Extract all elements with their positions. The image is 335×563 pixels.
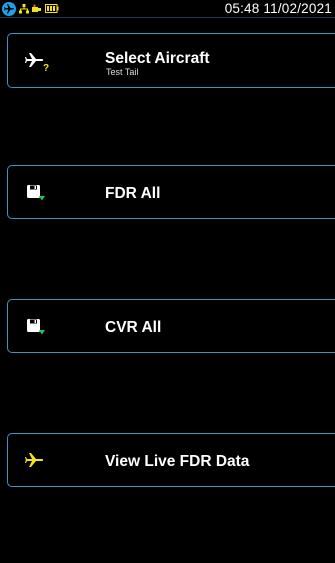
usb-icon [32, 4, 42, 14]
select-aircraft-label: Select Aircraft [105, 50, 210, 67]
status-icons [2, 1, 62, 16]
selected-tail-label: Test Tail [106, 67, 139, 77]
svg-text:?: ? [43, 63, 49, 72]
view-live-fdr-data-label: View Live FDR Data [105, 453, 250, 470]
view-live-fdr-data-button[interactable]: View Live FDR Data [7, 433, 335, 487]
status-bar: 05:48 11/02/2021 [0, 0, 335, 18]
aircraft-badge-icon [2, 1, 16, 16]
fdr-all-label: FDR All [105, 185, 161, 202]
fdr-all-button[interactable]: FDR All [7, 165, 335, 219]
aircraft-live-icon [25, 449, 53, 471]
cvr-all-label: CVR All [105, 319, 162, 336]
select-aircraft-button[interactable]: ? Select Aircraft Test Tail [7, 33, 335, 88]
network-icon [19, 3, 29, 14]
status-datetime: 05:48 11/02/2021 [224, 1, 332, 16]
battery-icon [45, 4, 59, 13]
cvr-all-button[interactable]: CVR All [7, 299, 335, 353]
save-download-icon [25, 315, 53, 337]
save-download-icon [25, 181, 53, 203]
aircraft-question-icon: ? [25, 50, 53, 74]
